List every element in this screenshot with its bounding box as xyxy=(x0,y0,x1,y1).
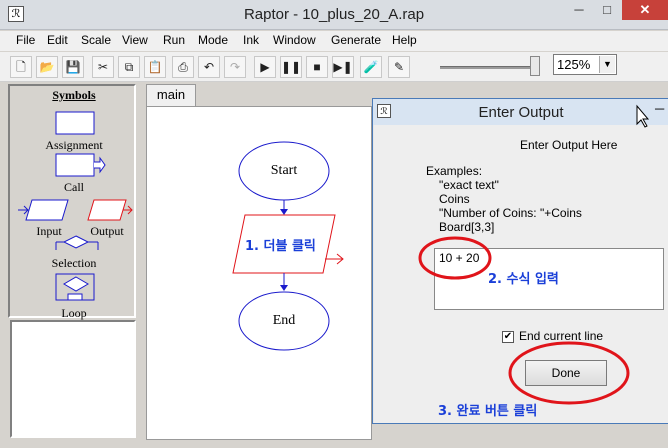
example-line: Board[3,3] xyxy=(439,220,495,234)
menu-window[interactable]: Window xyxy=(273,33,316,47)
symbols-panel: Symbols Assignment Call Input Output Sel… xyxy=(8,84,136,320)
start-label: Start xyxy=(270,163,298,178)
menu-file[interactable]: File xyxy=(16,33,35,47)
title-bar: ℛ Raptor - 10_plus_20_A.rap ─ □ ✕ xyxy=(0,0,668,30)
test-icon[interactable]: 🧪 xyxy=(360,56,382,78)
menu-help[interactable]: Help xyxy=(392,33,417,47)
flowchart xyxy=(232,141,344,351)
save-icon[interactable]: 💾 xyxy=(62,56,84,78)
minimize-button[interactable]: ─ xyxy=(566,0,592,20)
flowchart-canvas[interactable]: Start End 1. 더블 클릭 xyxy=(146,106,372,440)
end-line-checkbox[interactable]: ✔ xyxy=(502,331,514,343)
redo-icon[interactable]: ↷ xyxy=(224,56,246,78)
new-icon[interactable]: 🗋 xyxy=(10,56,32,78)
menu-scale[interactable]: Scale xyxy=(81,33,111,47)
pen-icon[interactable]: ✎ xyxy=(388,56,410,78)
menu-run[interactable]: Run xyxy=(163,33,185,47)
play-icon[interactable]: ▶ xyxy=(254,56,276,78)
output-value: 10 + 20 xyxy=(439,251,480,265)
maximize-button[interactable]: □ xyxy=(594,0,620,20)
zoom-value: 125% xyxy=(557,57,591,72)
dialog-titlebar: ℛ Enter Output ─ xyxy=(373,99,668,125)
print-icon[interactable]: ⎙ xyxy=(172,56,194,78)
end-label: End xyxy=(272,313,296,328)
symbol-label-input: Input xyxy=(36,224,62,238)
dialog-prompt: Enter Output Here xyxy=(520,138,618,152)
tab-main[interactable]: main xyxy=(146,84,196,106)
done-button[interactable]: Done xyxy=(525,360,607,386)
menu-generate[interactable]: Generate xyxy=(331,33,381,47)
menu-mode[interactable]: Mode xyxy=(198,33,228,47)
examples-heading: Examples: xyxy=(426,164,483,178)
end-line-label: End current line xyxy=(519,329,604,343)
example-line: Coins xyxy=(439,192,470,206)
output-arrow-icon xyxy=(325,253,344,265)
call-symbol[interactable] xyxy=(55,153,95,177)
symbol-label-call: Call xyxy=(64,180,84,194)
input-symbol[interactable] xyxy=(25,199,69,221)
output-symbol[interactable] xyxy=(87,199,127,221)
zoom-slider-track[interactable] xyxy=(440,66,532,69)
annotation-step3: 3. 완료 버튼 클릭 xyxy=(438,404,538,419)
call-arrow-icon xyxy=(94,156,106,174)
symbol-label-output: Output xyxy=(90,224,124,238)
menu-bar: File Edit Scale View Run Mode Ink Window… xyxy=(0,31,668,51)
menu-ink[interactable]: Ink xyxy=(243,33,259,47)
annotation-step1: 1. 더블 클릭 xyxy=(245,239,316,254)
paste-icon[interactable]: 📋 xyxy=(144,56,166,78)
zoom-slider-thumb[interactable] xyxy=(530,56,540,76)
chevron-down-icon[interactable]: ▼ xyxy=(599,56,615,73)
example-line: "exact text" xyxy=(439,178,499,192)
cut-icon[interactable]: ✂ xyxy=(92,56,114,78)
dialog-minimize-button[interactable]: ─ xyxy=(655,101,664,116)
step-icon[interactable]: ▶❚ xyxy=(332,56,354,78)
menu-view[interactable]: View xyxy=(122,33,148,47)
stop-icon[interactable]: ■ xyxy=(306,56,328,78)
input-arrow-icon xyxy=(18,205,29,215)
menu-edit[interactable]: Edit xyxy=(47,33,68,47)
symbols-shapes xyxy=(18,111,133,301)
open-icon[interactable]: 📂 xyxy=(36,56,58,78)
dialog-title: Enter Output xyxy=(478,104,564,121)
symbol-label-loop: Loop xyxy=(61,306,87,320)
annotation-step2: 2. 수식 입력 xyxy=(488,272,559,287)
symbol-label-assignment: Assignment xyxy=(45,138,103,152)
example-line: "Number of Coins: "+Coins xyxy=(439,206,582,220)
assignment-symbol[interactable] xyxy=(55,111,95,135)
watch-panel[interactable] xyxy=(10,320,136,438)
undo-icon[interactable]: ↶ xyxy=(198,56,220,78)
symbols-title: Symbols xyxy=(52,88,96,102)
pause-icon[interactable]: ❚❚ xyxy=(280,56,302,78)
symbol-label-selection: Selection xyxy=(51,256,97,270)
copy-icon[interactable]: ⧉ xyxy=(118,56,140,78)
close-button[interactable]: ✕ xyxy=(622,0,668,20)
